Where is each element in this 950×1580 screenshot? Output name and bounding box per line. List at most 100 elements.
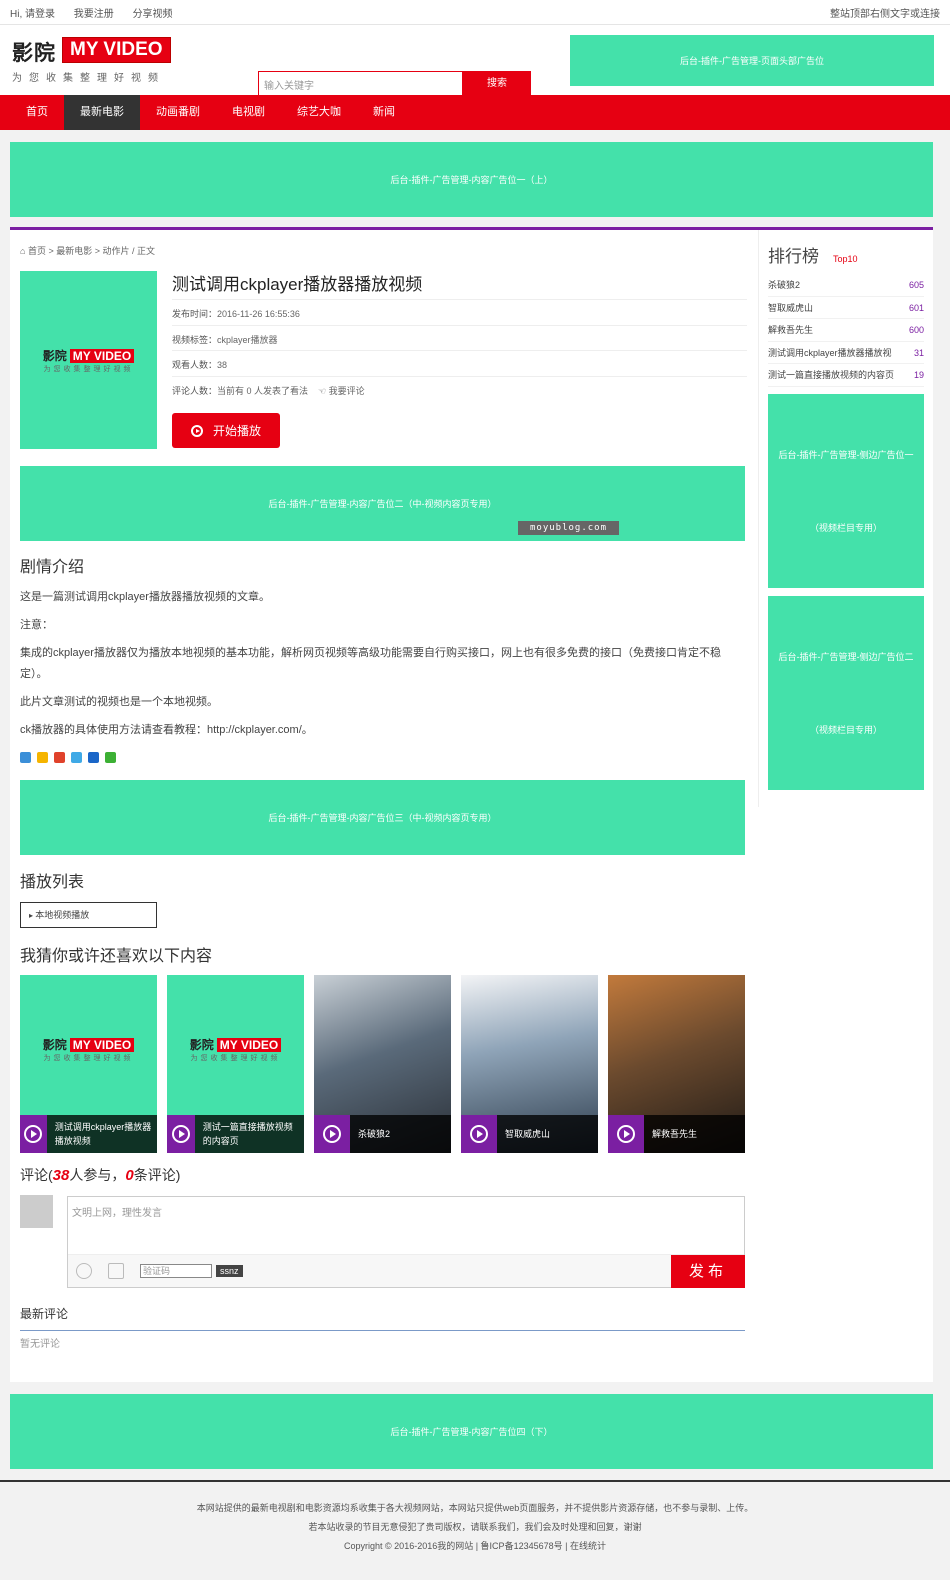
video-poster[interactable]: 影院 MY VIDEO 为您收集整理好视频	[20, 271, 157, 449]
share-video-link[interactable]: 分享视频	[133, 9, 173, 20]
play-button[interactable]: 开始播放	[172, 413, 280, 448]
footer-line-3: Copyright © 2016-2016我的网站 | 鲁ICP备1234567…	[344, 1541, 606, 1551]
main-nav: 首页 最新电影 动画番剧 电视剧 综艺大咖 新闻	[0, 95, 950, 130]
latest-comments-heading: 最新评论	[20, 1305, 745, 1331]
submit-comment-button[interactable]: 发布	[671, 1255, 745, 1288]
ranking-item[interactable]: 智取威虎山 601	[768, 297, 924, 319]
meta-views: 观看人数：38	[172, 350, 747, 376]
comment-link[interactable]: 我要评论	[329, 386, 365, 396]
side-ad-1[interactable]: 后台-插件-广告管理-侧边广告位一 （视频栏目专用）	[768, 394, 924, 588]
share-renren-icon[interactable]	[88, 752, 99, 763]
site-logo[interactable]: 影院 MY VIDEO 为您收集整理好视频	[12, 37, 171, 84]
rec-title-1: 测试调用ckplayer播放器播放视频	[54, 1122, 152, 1146]
image-icon[interactable]	[108, 1263, 124, 1279]
rec-play-icon	[461, 1115, 497, 1153]
share-qzone-icon[interactable]	[37, 752, 48, 763]
ranking-item[interactable]: 解救吾先生 600	[768, 319, 924, 342]
views-label: 观看人数：	[172, 360, 218, 370]
rec-2-logo-en: MY VIDEO	[216, 1037, 282, 1052]
rec-card-5[interactable]: 解救吾先生	[608, 975, 745, 1153]
comments-text: 当前有 0 人发表了看法	[217, 386, 309, 396]
nav-tv[interactable]: 电视剧	[216, 95, 281, 130]
rec-title-5: 解救吾先生	[652, 1129, 698, 1139]
side-ad-2[interactable]: 后台-插件-广告管理-侧边广告位二 （视频栏目专用）	[768, 596, 924, 790]
join-count: 38	[52, 1167, 70, 1184]
ranking-item[interactable]: 杀破狼2 605	[768, 274, 924, 297]
footer-line-1: 本网站提供的最新电视剧和电影资源均系收集于各大视频网站，本网站只提供web页面服…	[196, 1503, 754, 1513]
search-input[interactable]: 输入关键字	[258, 71, 463, 96]
content-ad-top[interactable]: 后台-插件-广告管理-内容广告位一（上）	[10, 142, 933, 217]
ranking-item-count: 19	[913, 370, 924, 380]
share-more-icon[interactable]	[20, 752, 31, 763]
rec-card-1[interactable]: 影院 MY VIDEO 为您收集整理好视频 测试调用ckplayer播放器播放视频	[20, 975, 157, 1153]
views-count: 38	[217, 360, 228, 370]
poster-logo-en: MY VIDEO	[69, 348, 135, 363]
nav-variety[interactable]: 综艺大咖	[281, 95, 357, 130]
comment-tools: 验证码 ssnz	[68, 1255, 744, 1287]
share-weibo-icon[interactable]	[54, 752, 65, 763]
rec-card-2[interactable]: 影院 MY VIDEO 为您收集整理好视频 测试一篇直接播放视频的内容页	[167, 975, 304, 1153]
rec-1-logo: 影院 MY VIDEO	[43, 1036, 135, 1053]
rec-bar-5: 解救吾先生	[608, 1115, 745, 1153]
share-bar	[20, 752, 122, 763]
ranking-item-count: 605	[908, 280, 924, 290]
emoji-icon[interactable]	[76, 1263, 92, 1279]
playlist-item[interactable]: 本地视频播放	[20, 902, 157, 928]
comment-form: 文明上网，理性发言 验证码 ssnz 发布	[67, 1196, 745, 1288]
comment-textarea[interactable]: 文明上网，理性发言	[68, 1197, 744, 1255]
poster-logo: 影院 MY VIDEO	[43, 347, 135, 364]
nav-news[interactable]: 新闻	[357, 95, 411, 130]
rec-play-icon	[167, 1115, 195, 1153]
login-link[interactable]: Hi, 请登录	[10, 9, 55, 20]
rec-card-4[interactable]: 智取威虎山	[461, 975, 598, 1153]
top-links: Hi, 请登录 我要注册 分享视频	[10, 5, 189, 20]
share-wechat-icon[interactable]	[105, 752, 116, 763]
poster-slogan: 为您收集整理好视频	[43, 365, 134, 373]
rec-card-3[interactable]: 杀破狼2	[314, 975, 451, 1153]
captcha-input[interactable]: 验证码	[140, 1264, 212, 1278]
comment-heading: 评论(38人参与，0条评论)	[20, 1165, 180, 1185]
rec-bar-3: 杀破狼2	[314, 1115, 451, 1153]
breadcrumb: ⌂ 首页 > 最新电影 > 动作片 / 正文	[20, 246, 156, 256]
content-ad-2[interactable]: 后台-插件-广告管理-内容广告位二（中-视频内容页专用）	[20, 466, 745, 541]
ranking-item[interactable]: 测试一篇直接播放视频的内容页 19	[768, 364, 924, 387]
register-link[interactable]: 我要注册	[74, 9, 114, 20]
join-label: 人参与，	[69, 1167, 126, 1183]
rec-2-logo: 影院 MY VIDEO	[189, 1036, 282, 1053]
search-button[interactable]: 搜索	[463, 71, 531, 96]
share-tqq-icon[interactable]	[71, 752, 82, 763]
rec-2-slogan: 为您收集整理好视频	[190, 1054, 281, 1062]
rec-title-3: 杀破狼2	[358, 1129, 391, 1139]
breadcrumb-sub[interactable]: 动作片 / 正文	[103, 246, 156, 256]
breadcrumb-category[interactable]: 最新电影	[56, 246, 92, 256]
rec-bar-1: 测试调用ckplayer播放器播放视频	[20, 1115, 157, 1153]
footer: 本网站提供的最新电视剧和电影资源均系收集于各大视频网站，本网站只提供web页面服…	[0, 1480, 950, 1580]
top-right-link[interactable]: 整站顶部右侧文字或连接	[830, 5, 940, 20]
synopsis-p2: 注意：	[20, 619, 53, 631]
captcha-image[interactable]: ssnz	[216, 1265, 243, 1277]
ranking-heading: 排行榜 Top10	[768, 242, 858, 267]
nav-latest-movies[interactable]: 最新电影	[64, 95, 140, 130]
ranking-item[interactable]: 测试调用ckplayer播放器播放视 31	[768, 342, 924, 364]
breadcrumb-home[interactable]: 首页	[28, 246, 46, 256]
header-ad[interactable]: 后台-插件-广告管理-页面头部广告位	[570, 35, 934, 86]
rec-bar-2: 测试一篇直接播放视频的内容页	[167, 1115, 304, 1153]
rec-title-4: 智取威虎山	[505, 1129, 551, 1139]
ranking-list: 杀破狼2 605 智取威虎山 601 解救吾先生 600 测试调用ckplayer播放…	[768, 274, 924, 387]
synopsis-p5: ck播放器的具体使用方法请查看教程：http://ckplayer.com/。	[20, 724, 313, 736]
meta-comments: 评论人数：当前有 0 人发表了看法 ☜ 我要评论	[172, 376, 747, 402]
play-label: 开始播放	[212, 424, 261, 438]
rec-2-logo-cn: 影院	[189, 1037, 214, 1052]
nav-anime[interactable]: 动画番剧	[140, 95, 216, 130]
content-ad-3[interactable]: 后台-插件-广告管理-内容广告位三（中-视频内容页专用）	[20, 780, 745, 855]
rec-play-icon	[608, 1115, 644, 1153]
comment-hand-icon: ☜	[318, 386, 327, 396]
ranking-item-count: 31	[913, 347, 924, 358]
ranking-item-title: 智取威虎山	[768, 302, 814, 313]
nav-home[interactable]: 首页	[10, 95, 64, 130]
tag-link[interactable]: ckplayer播放器	[217, 335, 278, 345]
comment-label-pre: 评论(	[20, 1167, 53, 1183]
rec-play-icon	[314, 1115, 350, 1153]
home-icon: ⌂	[20, 246, 26, 256]
content-ad-bottom[interactable]: 后台-插件-广告管理-内容广告位四（下）	[10, 1394, 933, 1469]
